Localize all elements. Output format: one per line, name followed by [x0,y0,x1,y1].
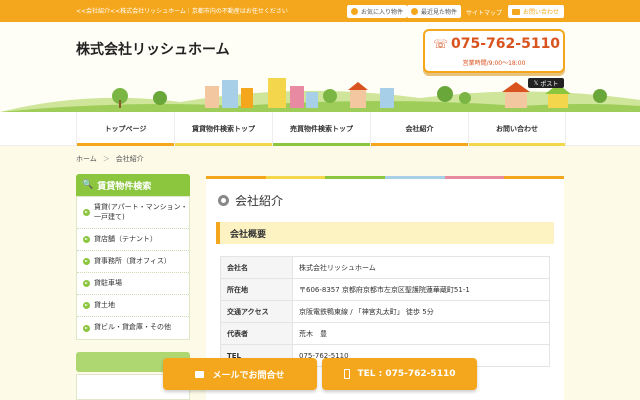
phone-icon: ☏ [433,37,449,51]
business-hours: 営業時間/9:00～18:00 [462,60,526,67]
mobile-phone-icon [343,369,350,379]
page-title-text: 会社紹介 [235,194,284,208]
sidebar-list: 賃貸(アパート・マンション・一戸建て) 貸店舗（テナント） 貸事務所（貸オフィス… [76,196,190,340]
nav-label: お問い合わせ [496,125,538,133]
table-key: 代表者 [220,322,293,345]
sidebar-item-label: 貸事務所（貸オフィス） [94,256,171,265]
contact-label: お問い合わせ [523,9,560,16]
breadcrumb-separator: ＞ [102,155,110,163]
page-title: 会社紹介 [218,192,283,209]
nav-item-top[interactable]: トップページ [76,112,174,146]
nav-item-contact[interactable]: お問い合わせ [468,112,566,146]
top-strip: <<会社紹介<<株式会社リッシュホーム｜京都市内の不動産はお任せください お気に… [0,0,640,22]
recent-button[interactable]: 最近見た物件 [407,5,462,18]
table-value: 株式会社リッシュホーム [292,256,550,279]
arrow-right-icon [83,258,90,265]
star-icon [351,8,358,15]
table-value: 京阪電鉄鴨東線 / 「神宮丸太町」 徒歩 5分 [292,300,550,323]
nav-underline [371,143,468,146]
tel-box[interactable]: ☏ 075-762-5110 営業時間/9:00～18:00 [423,29,565,73]
global-nav: トップページ 賃貸物件検索トップ 売買物件検索トップ 会社紹介 お問い合わせ [0,112,640,146]
nav-item-rent-search[interactable]: 賃貸物件検索トップ [174,112,272,146]
sidebar-item-rent-parking[interactable]: 貸駐車場 [77,273,189,295]
sidebar-item-label: 賃貸(アパート・マンション・一戸建て) [94,203,188,221]
table-row: 交通アクセス 京阪電鉄鴨東線 / 「神宮丸太町」 徒歩 5分 [220,300,550,323]
nav-underline [175,143,272,146]
header-tel-number: 075-762-5110 [451,36,561,52]
search-icon: 🔍 [82,180,94,190]
sitemap-link[interactable]: サイトマップ [466,8,502,17]
recent-label: 最近見た物件 [421,9,458,16]
mail-contact-button[interactable]: メールでお問合せ [163,358,317,390]
post-label: ポスト [540,80,559,88]
sidebar-item-label: 貸駐車場 [94,278,122,287]
favorites-button[interactable]: お気に入り物件 [347,5,408,18]
nav-label: 会社紹介 [405,125,434,133]
nav-underline [273,143,370,146]
sidebar-item-label: 貸ビル・貸倉庫・その他 [94,323,171,332]
sidebar-item-rent-building[interactable]: 貸ビル・貸倉庫・その他 [77,317,189,339]
sidebar-title: 賃貸物件検索 [97,181,152,192]
arrow-right-icon [83,280,90,287]
table-value: 荒木 豊 [292,322,550,345]
arrow-right-icon [83,236,90,243]
sidebar-item-rent-shop[interactable]: 貸店舗（テナント） [77,229,189,251]
sidebar-item-rent-housing[interactable]: 賃貸(アパート・マンション・一戸建て) [77,197,189,229]
mail-icon [195,370,205,378]
nav-label: 賃貸物件検索トップ [192,125,255,133]
sidebar-item-label: 貸土地 [94,300,115,309]
table-row: 所在地 〒606-8357 京都府京都市左京区聖護院蓮華蔵町51-1 [220,278,550,301]
arrow-right-icon [83,324,90,332]
x-icon: 𝕏 [533,79,541,87]
company-logo[interactable]: 株式会社リッシュホーム [76,39,230,59]
nav-underline [77,143,174,146]
mail-icon [512,8,520,15]
table-row: 代表者 荒木 豊 [220,322,550,345]
arrow-right-icon [83,302,90,309]
table-key: 交通アクセス [220,300,293,323]
breadcrumb: ホーム ＞ 会社紹介 [76,154,144,164]
ring-icon [218,195,229,206]
table-key: 所在地 [220,278,293,301]
breadcrumb-home[interactable]: ホーム [76,154,97,164]
contact-button[interactable]: お問い合わせ [508,5,564,18]
section-heading: 会社概要 [216,222,554,244]
nav-label: 売買物件検索トップ [290,125,353,133]
table-row: 会社名 株式会社リッシュホーム [220,256,550,279]
arrow-right-icon [83,209,90,216]
company-info-table: 会社名 株式会社リッシュホーム 所在地 〒606-8357 京都府京都市左京区聖… [220,256,550,367]
favorites-label: お気に入り物件 [361,9,404,16]
nav-label: トップページ [104,125,147,133]
nav-item-sale-search[interactable]: 売買物件検索トップ [272,112,370,146]
table-value: 〒606-8357 京都府京都市左京区聖護院蓮華蔵町51-1 [292,278,550,301]
site-tagline: <<会社紹介<<株式会社リッシュホーム｜京都市内の不動産はお任せください [76,8,288,15]
tel-contact-button[interactable]: TEL : 075-762-5110 [322,358,477,390]
sidebar-item-rent-land[interactable]: 貸土地 [77,295,189,317]
sidebar-item-rent-office[interactable]: 貸事務所（貸オフィス） [77,251,189,273]
color-stripe [206,176,565,179]
nav-item-company[interactable]: 会社紹介 [370,112,468,146]
sidebar-item-label: 貸店舗（テナント） [94,234,157,243]
tel-contact-label: TEL : 075-762-5110 [357,369,456,379]
header-tel: ☏ 075-762-5110 [433,36,560,52]
header: 株式会社リッシュホーム ☏ 075-762-5110 営業時間/9:00～18:… [0,22,640,112]
clock-icon [411,8,418,15]
table-key: 会社名 [220,256,293,279]
breadcrumb-current: 会社紹介 [115,155,144,163]
mail-contact-label: メールでお問合せ [212,370,285,381]
sidebar-heading: 🔍 賃貸物件検索 [76,174,190,196]
nav-underline [469,143,565,146]
x-post-button[interactable]: 𝕏 ポスト [528,78,564,88]
